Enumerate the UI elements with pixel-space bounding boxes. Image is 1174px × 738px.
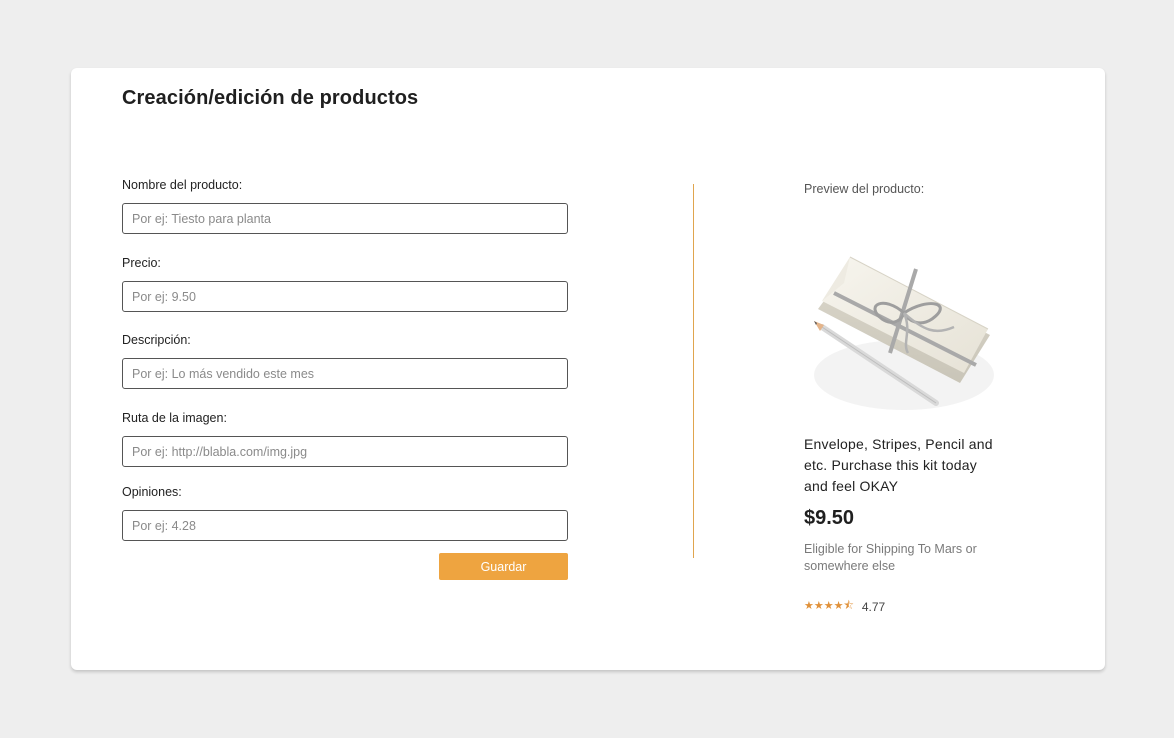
reviews-label: Opiniones:	[122, 485, 182, 499]
reviews-input[interactable]	[122, 510, 568, 541]
field-group-name: Nombre del producto:	[122, 178, 568, 234]
price-label: Precio:	[122, 256, 161, 270]
image-path-input[interactable]	[122, 436, 568, 467]
product-name-input[interactable]	[122, 203, 568, 234]
image-path-label: Ruta de la imagen:	[122, 411, 227, 425]
rating-stars-icon: ★★★★⯪	[804, 599, 854, 612]
page-title: Creación/edición de productos	[122, 87, 419, 109]
product-preview: Preview del producto: Envelope, Stripes,…	[804, 181, 1004, 614]
preview-product-name: Envelope, Stripes, Pencil and etc. Purch…	[804, 436, 993, 494]
preview-shipping-note: Eligible for Shipping To Mars or somewhe…	[804, 542, 977, 573]
envelope-gift-pencil-image	[804, 235, 998, 421]
product-editor-card: Creación/edición de productos Nombre del…	[71, 68, 1105, 670]
description-label: Descripción:	[122, 333, 191, 347]
preview-price: $9.50	[804, 507, 855, 529]
field-group-reviews: Opiniones:	[122, 485, 568, 541]
description-input[interactable]	[122, 358, 568, 389]
field-group-price: Precio:	[122, 256, 568, 312]
save-button[interactable]: Guardar	[439, 553, 568, 580]
section-divider	[693, 184, 694, 558]
preview-rating: ★★★★⯪ 4.77	[804, 597, 885, 616]
preview-label: Preview del producto:	[804, 182, 925, 196]
field-group-description: Descripción:	[122, 333, 568, 389]
field-group-image-path: Ruta de la imagen:	[122, 411, 568, 467]
rating-value: 4.77	[861, 599, 886, 614]
price-input[interactable]	[122, 281, 568, 312]
product-name-label: Nombre del producto:	[122, 178, 243, 192]
